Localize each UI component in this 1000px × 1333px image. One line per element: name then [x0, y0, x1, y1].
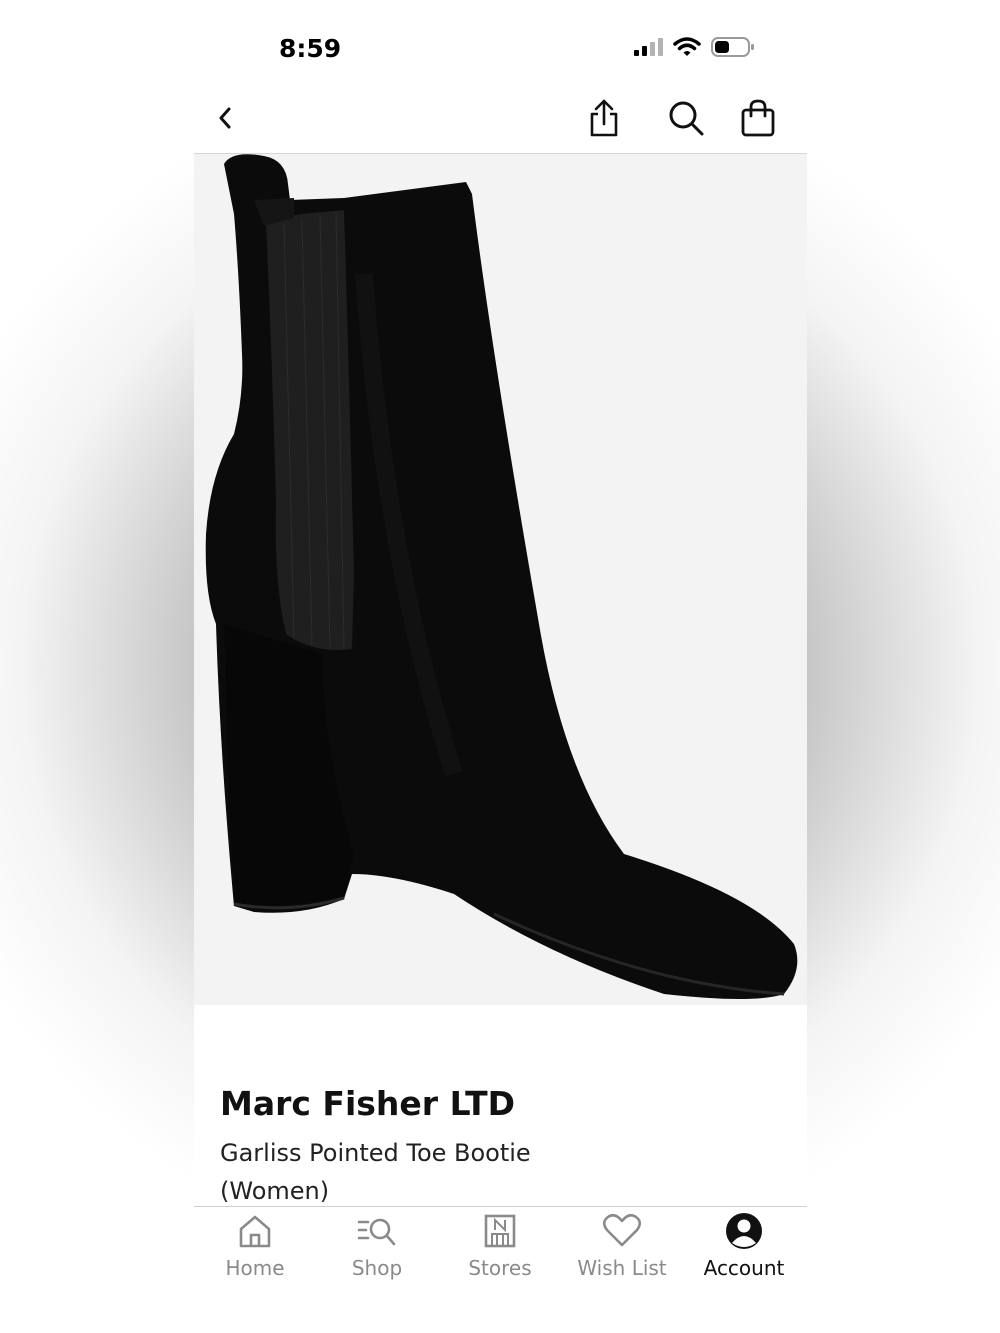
heart-icon: [602, 1213, 642, 1247]
tab-account[interactable]: Account: [684, 1207, 804, 1307]
tab-stores-label: Stores: [468, 1256, 532, 1280]
store-icon: [484, 1214, 516, 1248]
tab-stores[interactable]: Stores: [440, 1207, 560, 1307]
wifi-icon: [673, 37, 701, 56]
tab-wish-list[interactable]: Wish List: [562, 1207, 682, 1307]
account-icon: [726, 1213, 762, 1249]
black-suede-bootie-photo: [205, 154, 798, 999]
battery-icon: [711, 37, 754, 57]
shop-search-icon: [357, 1218, 396, 1246]
phone-screen: 8:59 Marc Fisher LTD Garliss Pointed Toe…: [194, 0, 807, 1333]
tab-shop-label: Shop: [351, 1256, 403, 1280]
cellular-signal-icon: [634, 38, 663, 56]
top-navigation-bar: [194, 90, 807, 154]
chevron-left-icon: [219, 107, 231, 129]
share-button[interactable]: [582, 96, 626, 140]
shopping-bag-icon: [741, 99, 775, 137]
status-icons: [633, 36, 755, 58]
tab-wish-list-label: Wish List: [577, 1256, 667, 1280]
product-brand[interactable]: Marc Fisher LTD: [220, 1084, 515, 1123]
tab-shop[interactable]: Shop: [317, 1207, 437, 1307]
bottom-tab-bar: Home Shop Stores Wish List Account: [194, 1206, 807, 1333]
product-name: Garliss Pointed Toe Bootie (Women): [220, 1139, 531, 1205]
tab-account-label: Account: [703, 1256, 785, 1280]
search-button[interactable]: [664, 96, 708, 140]
shopping-bag-button[interactable]: [736, 96, 780, 140]
share-icon: [590, 99, 618, 137]
search-icon: [669, 101, 704, 136]
product-image[interactable]: [194, 154, 807, 1005]
back-button[interactable]: [210, 100, 240, 136]
home-icon: [239, 1215, 271, 1248]
status-time: 8:59: [279, 34, 342, 63]
tab-home[interactable]: Home: [195, 1207, 315, 1307]
tab-home-label: Home: [225, 1256, 285, 1280]
